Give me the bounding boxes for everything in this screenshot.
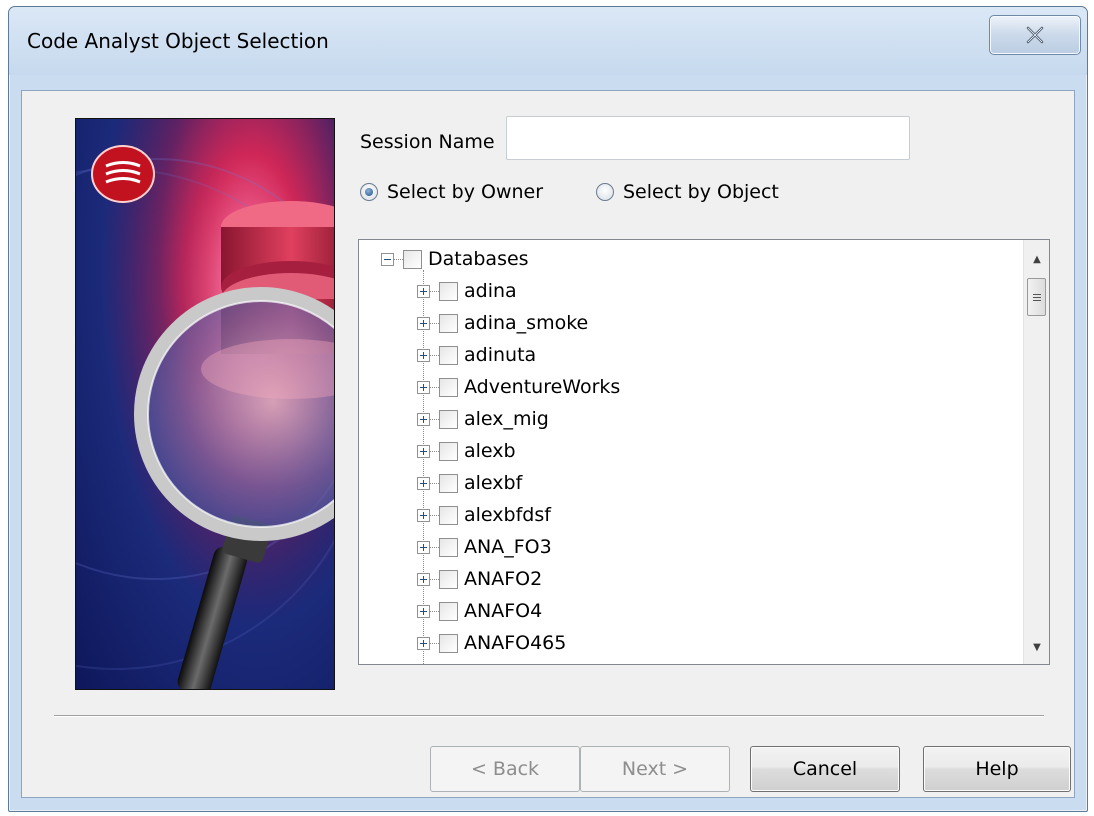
database-tree-view[interactable]: Databases adina adina_smoke adinuta Adve… — [358, 239, 1050, 665]
tree-connector — [430, 322, 439, 324]
radio-select-by-owner[interactable]: Select by Owner — [360, 181, 543, 203]
tree-connector — [430, 386, 439, 388]
tree-item[interactable]: adina — [417, 276, 517, 306]
expand-icon[interactable] — [417, 540, 430, 554]
window-title: Code Analyst Object Selection — [27, 29, 329, 53]
tree-item[interactable]: ANA_FO3 — [417, 532, 552, 562]
tree-connector — [430, 418, 439, 420]
tree-connector — [430, 514, 439, 516]
vertical-scrollbar[interactable]: ▲ ▼ — [1023, 240, 1049, 664]
tree-item-label: alex_mig — [464, 408, 549, 430]
tree-item-label: adinuta — [464, 344, 537, 366]
help-button[interactable]: Help — [923, 746, 1071, 792]
tree-item[interactable]: adina_smoke — [417, 308, 588, 338]
tree-connector — [430, 546, 439, 548]
collapse-icon[interactable] — [381, 252, 394, 266]
tree-connector — [430, 578, 439, 580]
expand-icon[interactable] — [417, 284, 430, 298]
title-bar[interactable]: Code Analyst Object Selection — [9, 7, 1087, 75]
oracle-logo-icon — [91, 145, 155, 203]
expand-icon[interactable] — [417, 508, 430, 522]
tree-item-label: alexbfdsf — [464, 504, 551, 526]
radio-owner-label: Select by Owner — [387, 181, 544, 203]
tree-item-label: alexbf — [464, 472, 523, 494]
tree-item[interactable]: ANAFO465 — [417, 628, 566, 658]
tree-item[interactable]: ANAFO2 — [417, 564, 542, 594]
checkbox[interactable] — [403, 249, 422, 269]
cancel-button[interactable]: Cancel — [750, 746, 900, 792]
tree-root-databases[interactable]: Databases — [381, 244, 529, 274]
tree-item[interactable]: alexbfdsf — [417, 500, 551, 530]
tree-connector — [430, 354, 439, 356]
expand-icon[interactable] — [417, 348, 430, 362]
dialog-window: Code Analyst Object Selection Session Na… — [8, 6, 1088, 812]
close-icon — [1026, 26, 1044, 44]
tree-connector — [430, 610, 439, 612]
tree-item-label: alexb — [464, 440, 516, 462]
checkbox[interactable] — [439, 633, 458, 653]
close-button[interactable] — [989, 15, 1081, 55]
session-name-label: Session Name — [360, 131, 495, 153]
tree-item-label: ANA_FO3 — [464, 536, 552, 558]
tree-item[interactable]: alexbf — [417, 468, 522, 498]
tree-item-label: ANAFO4 — [464, 600, 543, 622]
tree-items: Databases adina adina_smoke adinuta Adve… — [359, 240, 1023, 664]
wizard-graphic — [75, 118, 335, 690]
expand-icon[interactable] — [417, 316, 430, 330]
content-panel: Session Name Select by Owner Select by O… — [26, 93, 1070, 709]
checkbox[interactable] — [439, 409, 458, 429]
tree-item-label: ANAFO2 — [464, 568, 543, 590]
back-button[interactable]: < Back — [430, 746, 580, 792]
next-button[interactable]: Next > — [580, 746, 730, 792]
checkbox[interactable] — [439, 601, 458, 621]
tree-connector — [430, 450, 439, 452]
checkbox[interactable] — [439, 345, 458, 365]
tree-item[interactable]: AdventureWorks — [417, 372, 620, 402]
tree-item[interactable]: ANAFO4 — [417, 596, 542, 626]
checkbox[interactable] — [439, 569, 458, 589]
expand-icon[interactable] — [417, 380, 430, 394]
checkbox[interactable] — [439, 377, 458, 397]
checkbox[interactable] — [439, 473, 458, 493]
tree-connector — [430, 482, 439, 484]
radio-button-checked[interactable] — [360, 183, 378, 201]
checkbox[interactable] — [439, 537, 458, 557]
expand-icon[interactable] — [417, 572, 430, 586]
scroll-up-icon[interactable]: ▲ — [1024, 246, 1049, 272]
expand-icon[interactable] — [417, 476, 430, 490]
tree-item[interactable]: adinuta — [417, 340, 536, 370]
expand-icon[interactable] — [417, 412, 430, 426]
checkbox[interactable] — [439, 281, 458, 301]
tree-connector — [394, 258, 403, 260]
tree-item-label: AdventureWorks — [464, 376, 621, 398]
session-name-input[interactable] — [506, 116, 910, 160]
checkbox[interactable] — [439, 505, 458, 525]
expand-icon[interactable] — [417, 444, 430, 458]
client-area: Session Name Select by Owner Select by O… — [21, 90, 1075, 798]
scrollbar-thumb[interactable] — [1027, 278, 1046, 316]
scroll-down-icon[interactable]: ▼ — [1024, 634, 1049, 660]
checkbox[interactable] — [439, 441, 458, 461]
tree-connector — [430, 642, 439, 644]
radio-select-by-object[interactable]: Select by Object — [596, 181, 779, 203]
tree-item[interactable]: alex_mig — [417, 404, 549, 434]
expand-icon[interactable] — [417, 604, 430, 618]
tree-connector — [430, 290, 439, 292]
magnifier-database-illustration — [76, 119, 334, 689]
tree-item-label: adina_smoke — [464, 312, 589, 334]
radio-object-label: Select by Object — [623, 181, 779, 203]
tree-item-label: adina — [464, 280, 517, 302]
tree-item[interactable]: alexb — [417, 436, 516, 466]
tree-root-label: Databases — [428, 248, 529, 270]
checkbox[interactable] — [439, 313, 458, 333]
footer-separator — [54, 715, 1044, 717]
tree-item-label: ANAFO465 — [464, 632, 567, 654]
expand-icon[interactable] — [417, 636, 430, 650]
radio-button-unchecked[interactable] — [596, 183, 614, 201]
